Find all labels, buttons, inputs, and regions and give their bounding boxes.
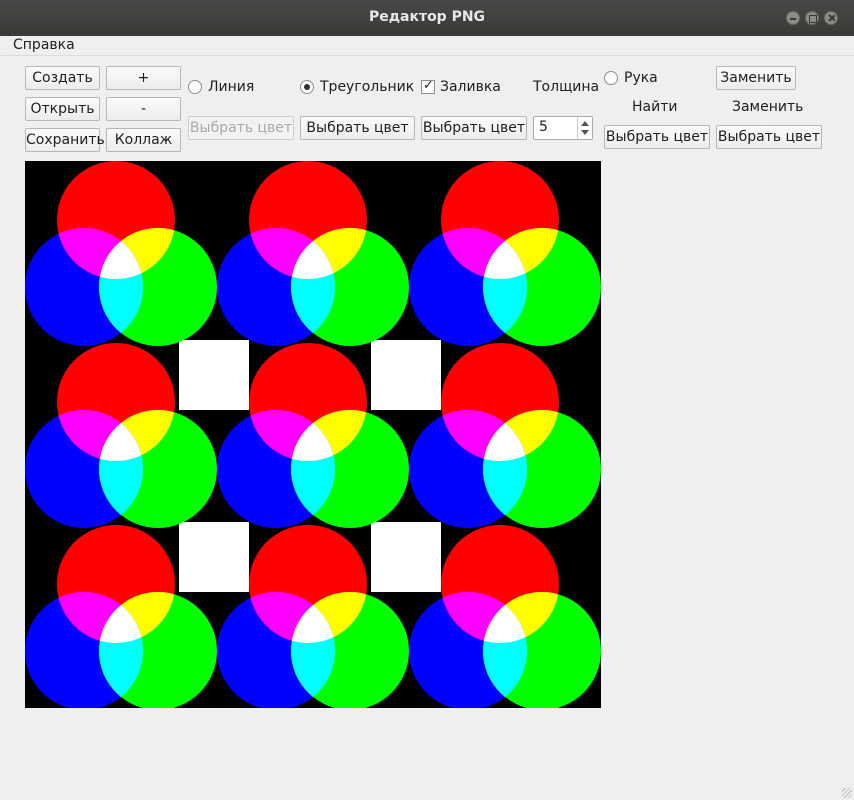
zoom-in-button[interactable]: + — [106, 66, 181, 90]
app-window: Редактор PNG Справка Создать + Открыть -… — [0, 0, 854, 800]
create-button[interactable]: Создать — [25, 66, 100, 90]
line-label: Линия — [208, 79, 255, 95]
white-square — [371, 340, 441, 410]
window-title: Редактор PNG — [368, 9, 486, 25]
replace-color-button[interactable]: Выбрать цвет — [716, 125, 822, 149]
zoom-out-button[interactable]: - — [106, 97, 181, 121]
thickness-spinbox[interactable]: 5 — [533, 116, 593, 140]
hand-label: Рука — [624, 70, 658, 86]
collage-image — [25, 161, 601, 708]
menu-bar: Справка — [0, 36, 854, 56]
spin-arrows[interactable] — [577, 117, 592, 139]
fill-color-button[interactable]: Выбрать цвет — [421, 116, 527, 140]
minimize-button[interactable] — [786, 11, 800, 25]
fill-label: Заливка — [440, 79, 501, 95]
maximize-button[interactable] — [805, 11, 819, 25]
line-radio[interactable] — [188, 80, 202, 94]
thickness-value: 5 — [539, 119, 548, 135]
save-button[interactable]: Сохранить — [25, 128, 105, 152]
white-square — [179, 340, 249, 410]
close-button[interactable] — [824, 11, 838, 25]
triangle-label: Треугольник — [320, 79, 415, 95]
replace-label: Заменить — [732, 99, 804, 115]
fill-checkbox[interactable] — [421, 78, 435, 94]
find-label: Найти — [632, 99, 678, 115]
spin-down-icon[interactable] — [581, 130, 589, 135]
menu-help[interactable]: Справка — [8, 37, 80, 53]
image-canvas[interactable] — [25, 161, 601, 708]
resize-grip[interactable] — [842, 788, 852, 798]
triangle-color-button[interactable]: Выбрать цвет — [300, 116, 415, 140]
thickness-label: Толщина — [533, 79, 600, 95]
collage-button[interactable]: Коллаж — [106, 128, 181, 152]
spin-up-icon[interactable] — [581, 121, 589, 126]
open-button[interactable]: Открыть — [25, 97, 100, 121]
white-square — [371, 522, 441, 592]
find-color-button[interactable]: Выбрать цвет — [604, 125, 710, 149]
replace-button[interactable]: Заменить — [716, 66, 796, 90]
white-square — [179, 522, 249, 592]
hand-radio[interactable] — [604, 71, 618, 85]
line-color-button[interactable]: Выбрать цвет — [188, 116, 294, 140]
triangle-radio[interactable] — [300, 80, 314, 94]
title-bar[interactable]: Редактор PNG — [0, 0, 854, 36]
